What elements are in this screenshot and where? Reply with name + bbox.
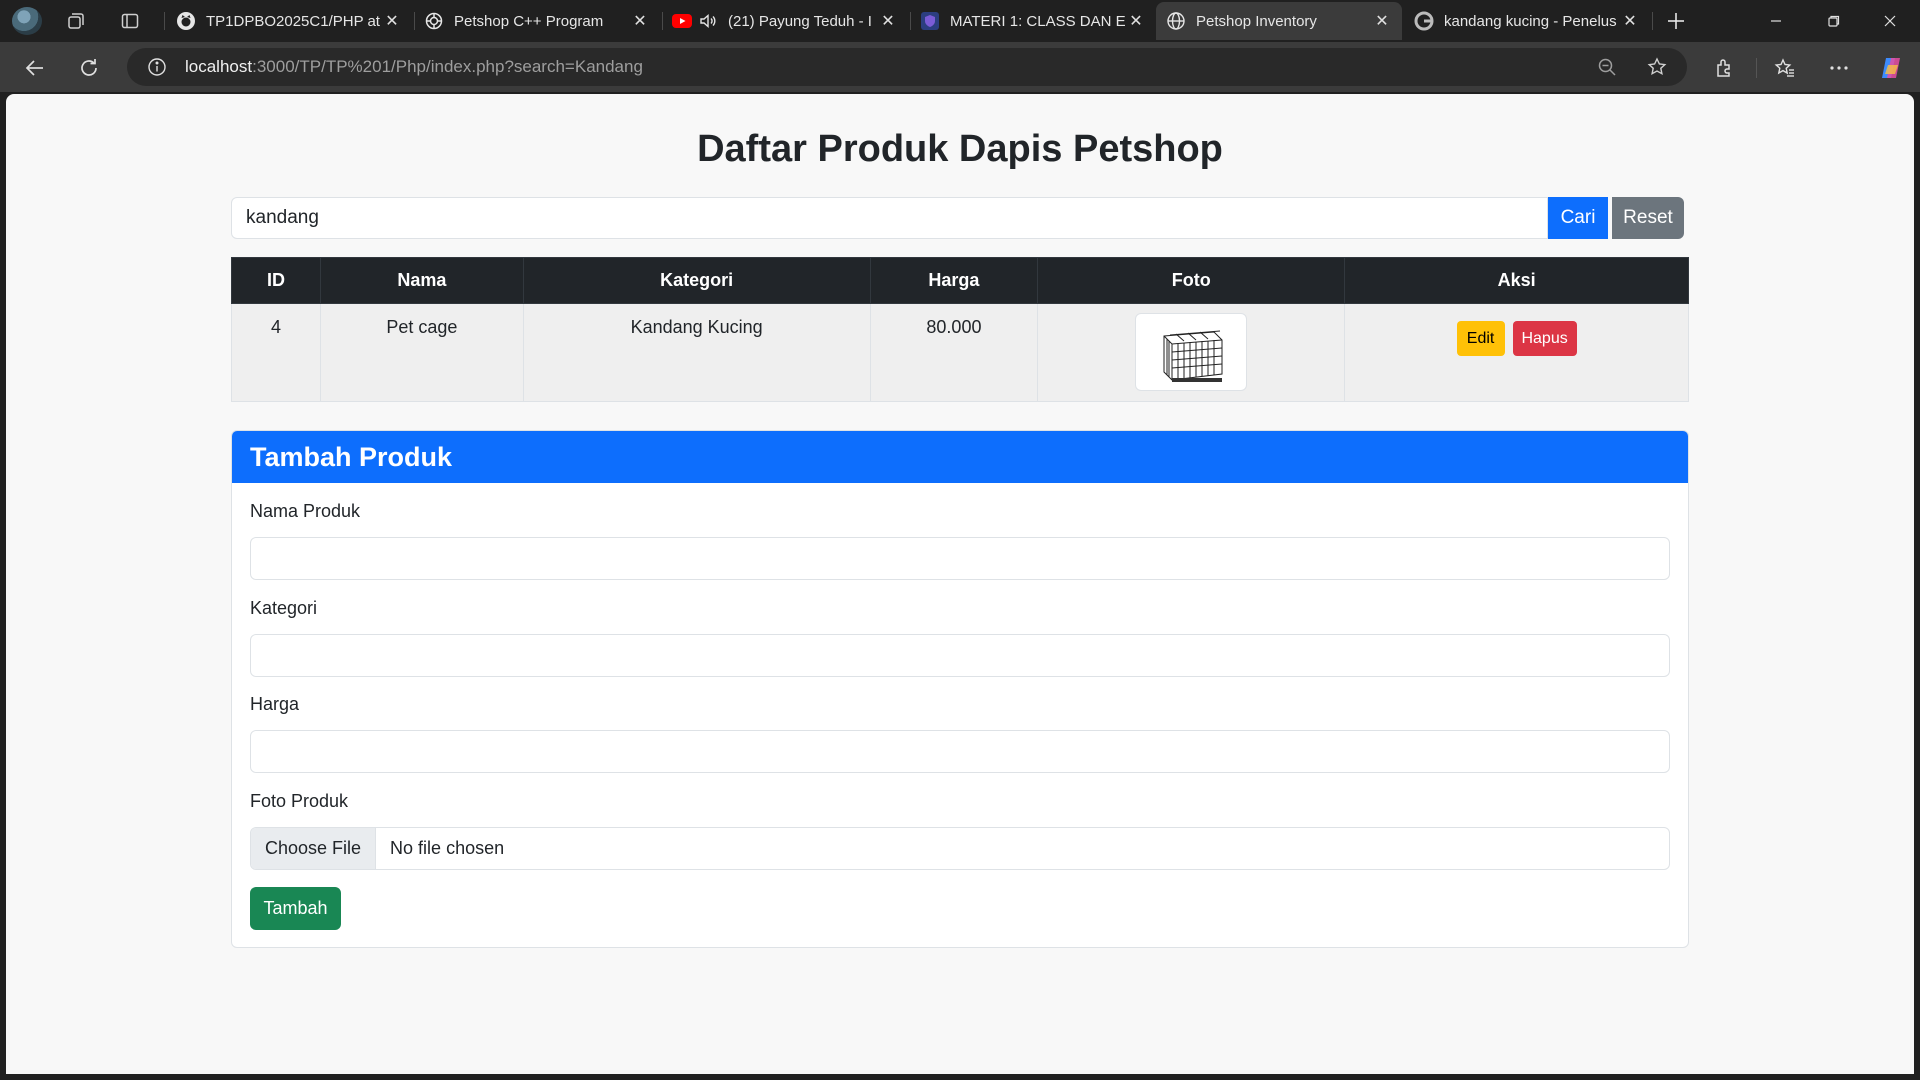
workspaces-icon[interactable] xyxy=(64,9,88,33)
harga-input[interactable] xyxy=(250,730,1670,773)
tab-google-search[interactable]: kandang kucing - Penelus ✕ xyxy=(1404,2,1650,40)
tab-title: TP1DPBO2025C1/PHP at m xyxy=(206,12,382,30)
tambah-button[interactable]: Tambah xyxy=(250,887,341,930)
nama-produk-input[interactable] xyxy=(250,537,1670,580)
foto-produk-file-input[interactable]: Choose File No file chosen xyxy=(250,827,1670,870)
tab-title: (21) Payung Teduh - I xyxy=(728,12,872,30)
close-icon[interactable]: ✕ xyxy=(1372,11,1392,31)
edit-button[interactable]: Edit xyxy=(1456,321,1505,356)
table-header-row: ID Nama Kategori Harga Foto Aksi xyxy=(231,257,1689,304)
column-header-harga: Harga xyxy=(869,257,1039,304)
globe-icon xyxy=(1166,11,1186,31)
page-viewport: Daftar Produk Dapis Petshop kandang Cari… xyxy=(6,94,1914,1074)
cell-foto xyxy=(1037,303,1346,402)
cell-kategori: Kandang Kucing xyxy=(522,303,871,402)
page-title: Daftar Produk Dapis Petshop xyxy=(697,128,1223,170)
minimize-icon[interactable] xyxy=(1748,0,1804,42)
product-table: ID Nama Kategori Harga Foto Aksi 4 Pet c… xyxy=(231,257,1689,402)
shield-favicon-icon xyxy=(920,11,940,31)
tab-title: MATERI 1: CLASS DAN EN xyxy=(950,12,1126,30)
product-image xyxy=(1135,313,1248,391)
more-options-icon[interactable] xyxy=(1825,54,1853,82)
cell-harga: 80.000 xyxy=(869,303,1039,402)
kategori-input[interactable] xyxy=(250,634,1670,677)
cage-image xyxy=(1163,330,1223,382)
favorites-icon[interactable] xyxy=(1771,54,1799,82)
column-header-kategori: Kategori xyxy=(522,257,871,304)
url-host: localhost xyxy=(185,57,253,76)
column-header-foto: Foto xyxy=(1037,257,1346,304)
browser-toolbar: localhost:3000/TP/TP%201/Php/index.php?s… xyxy=(0,42,1920,92)
tab-materi[interactable]: MATERI 1: CLASS DAN EN ✕ xyxy=(910,2,1156,40)
close-icon[interactable]: ✕ xyxy=(1620,11,1640,31)
add-product-card: Tambah Produk Nama Produk Kategori Harga… xyxy=(231,430,1689,948)
tab-strip: TP1DPBO2025C1/PHP at m ✕ Petshop C++ Pro… xyxy=(0,0,1920,42)
close-icon[interactable]: ✕ xyxy=(382,11,402,31)
search-input[interactable]: kandang xyxy=(231,197,1548,239)
tab-title: kandang kucing - Penelus xyxy=(1444,12,1617,30)
cell-nama: Pet cage xyxy=(319,303,524,402)
github-icon xyxy=(176,11,196,31)
table-row: 4 Pet cage Kandang Kucing 80.000 Edit Ha… xyxy=(231,303,1689,402)
copilot-icon[interactable] xyxy=(1877,54,1905,82)
reset-button[interactable]: Reset xyxy=(1612,197,1684,239)
favorite-star-icon[interactable] xyxy=(1645,55,1669,79)
back-icon[interactable] xyxy=(20,53,50,83)
address-bar[interactable]: localhost:3000/TP/TP%201/Php/index.php?s… xyxy=(127,48,1687,86)
delete-button[interactable]: Hapus xyxy=(1512,321,1577,356)
tab-title: Petshop Inventory xyxy=(1196,12,1317,30)
card-header: Tambah Produk xyxy=(232,431,1688,483)
cell-id: 4 xyxy=(231,303,321,402)
openai-icon xyxy=(424,11,444,31)
google-icon xyxy=(1414,11,1434,31)
column-header-aksi: Aksi xyxy=(1344,257,1689,304)
tab-petshop-inventory[interactable]: Petshop Inventory ✕ xyxy=(1156,2,1402,40)
column-header-id: ID xyxy=(231,257,321,304)
profile-avatar[interactable] xyxy=(12,7,42,35)
reload-icon[interactable] xyxy=(74,53,104,83)
tab-petshop-cpp[interactable]: Petshop C++ Program ✕ xyxy=(414,2,660,40)
file-status-text: No file chosen xyxy=(390,838,505,858)
search-button[interactable]: Cari xyxy=(1548,197,1608,239)
youtube-icon xyxy=(672,11,692,31)
nama-produk-label: Nama Produk xyxy=(250,501,361,521)
restore-icon[interactable] xyxy=(1806,0,1862,42)
tab-github[interactable]: TP1DPBO2025C1/PHP at m ✕ xyxy=(166,2,412,40)
column-header-nama: Nama xyxy=(319,257,524,304)
choose-file-button[interactable]: Choose File xyxy=(251,828,377,869)
close-icon[interactable]: ✕ xyxy=(1126,11,1146,31)
new-tab-icon[interactable] xyxy=(1664,9,1688,33)
site-info-icon[interactable] xyxy=(145,55,169,79)
kategori-label: Kategori xyxy=(250,598,318,618)
url-path: :3000/TP/TP%201/Php/index.php?search=Kan… xyxy=(252,57,643,76)
close-window-icon[interactable] xyxy=(1862,0,1918,42)
close-icon[interactable]: ✕ xyxy=(630,11,650,31)
tab-title: Petshop C++ Program xyxy=(454,12,604,30)
url-text[interactable]: localhost:3000/TP/TP%201/Php/index.php?s… xyxy=(185,57,643,77)
zoom-out-icon[interactable] xyxy=(1595,55,1619,79)
harga-label: Harga xyxy=(250,694,300,714)
extensions-icon[interactable] xyxy=(1711,54,1739,82)
speaker-icon[interactable] xyxy=(698,11,718,31)
cell-aksi: Edit Hapus xyxy=(1344,303,1689,402)
close-icon[interactable]: ✕ xyxy=(878,11,898,31)
tab-actions-icon[interactable] xyxy=(118,9,142,33)
tab-youtube[interactable]: (21) Payung Teduh - I ✕ xyxy=(662,2,908,40)
foto-produk-label: Foto Produk xyxy=(250,791,349,811)
